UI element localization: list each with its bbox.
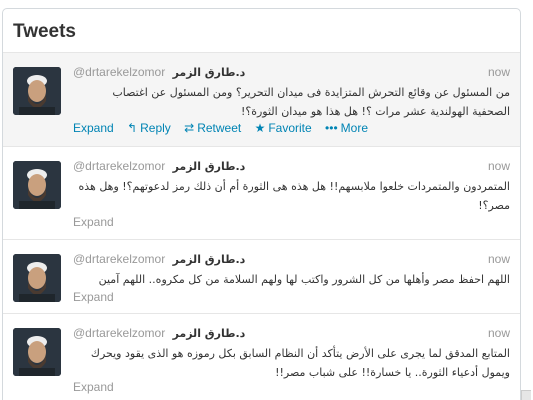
tweet-item[interactable]: @drtarekelzomor د.طارق الزمر now من المس… (3, 53, 520, 147)
reply-icon: ↰ (127, 121, 138, 135)
tweet-meta: @drtarekelzomor د.طارق الزمر now (73, 159, 510, 175)
tweet-handle[interactable]: @drtarekelzomor (73, 326, 165, 340)
tweet-item[interactable]: @drtarekelzomor د.طارق الزمر now المتابع… (3, 314, 520, 400)
tweet-item[interactable]: @drtarekelzomor د.طارق الزمر now اللهم ا… (3, 240, 520, 314)
tweet-item[interactable]: @drtarekelzomor د.طارق الزمر now المتمرد… (3, 147, 520, 240)
tweet-text: من المسئول عن وقائع التحرش المتزايدة فى … (112, 86, 510, 118)
tweet-time[interactable]: now (488, 159, 510, 173)
retweet-icon: ⇄ (184, 121, 195, 135)
expand-link[interactable]: Expand (73, 380, 114, 394)
expand-link[interactable]: Expand (73, 215, 114, 229)
tweet-author-name[interactable]: د.طارق الزمر (173, 327, 246, 340)
more-button[interactable]: ••• More (325, 121, 368, 135)
tweet-actions: Expand (73, 380, 114, 394)
tweet-author-name[interactable]: د.طارق الزمر (173, 160, 246, 173)
tweet-actions: Expand (73, 215, 114, 229)
panel-header: Tweets (3, 9, 520, 53)
tweet-actions: Expand ↰ Reply ⇄ Retweet ★ Favorite ••• More (73, 121, 378, 135)
tweet-meta: @drtarekelzomor د.طارق الزمر now (73, 326, 510, 342)
avatar[interactable] (13, 67, 61, 115)
reply-button[interactable]: ↰ Reply (127, 121, 171, 135)
tweet-author-name[interactable]: د.طارق الزمر (173, 253, 246, 266)
star-icon: ★ (254, 121, 266, 135)
tweet-handle[interactable]: @drtarekelzomor (73, 252, 165, 266)
tweet-meta: @drtarekelzomor د.طارق الزمر now (73, 65, 510, 81)
avatar[interactable] (13, 254, 61, 302)
tweet-text: المتابع المدقق لما يجرى على الأرض يتأكد … (90, 347, 510, 379)
panel-title: Tweets (13, 21, 77, 42)
tweet-handle[interactable]: @drtarekelzomor (73, 65, 165, 79)
tweet-actions: Expand (73, 290, 114, 304)
tweet-time[interactable]: now (488, 65, 510, 79)
tweet-author-name[interactable]: د.طارق الزمر (173, 66, 246, 79)
scroll-corner[interactable] (521, 390, 531, 400)
expand-link[interactable]: Expand (73, 290, 114, 304)
tweet-text: اللهم احفظ مصر وأهلها من كل الشرور واكتب… (98, 273, 510, 286)
tweet-time[interactable]: now (488, 252, 510, 266)
tweet-text: المتمردون والمتمردات خلعوا ملابسهم!! هل … (78, 180, 511, 212)
more-dots-icon: ••• (325, 121, 338, 135)
favorite-button[interactable]: ★ Favorite (255, 121, 312, 135)
expand-link[interactable]: Expand (73, 121, 114, 135)
tweet-time[interactable]: now (488, 326, 510, 340)
tweet-handle[interactable]: @drtarekelzomor (73, 159, 165, 173)
avatar[interactable] (13, 328, 61, 376)
retweet-button[interactable]: ⇄ Retweet (184, 121, 241, 135)
tweets-panel: Tweets @drtarekelzomor د.طارق الزمر now … (2, 8, 521, 400)
avatar[interactable] (13, 161, 61, 209)
tweet-meta: @drtarekelzomor د.طارق الزمر now (73, 252, 510, 268)
